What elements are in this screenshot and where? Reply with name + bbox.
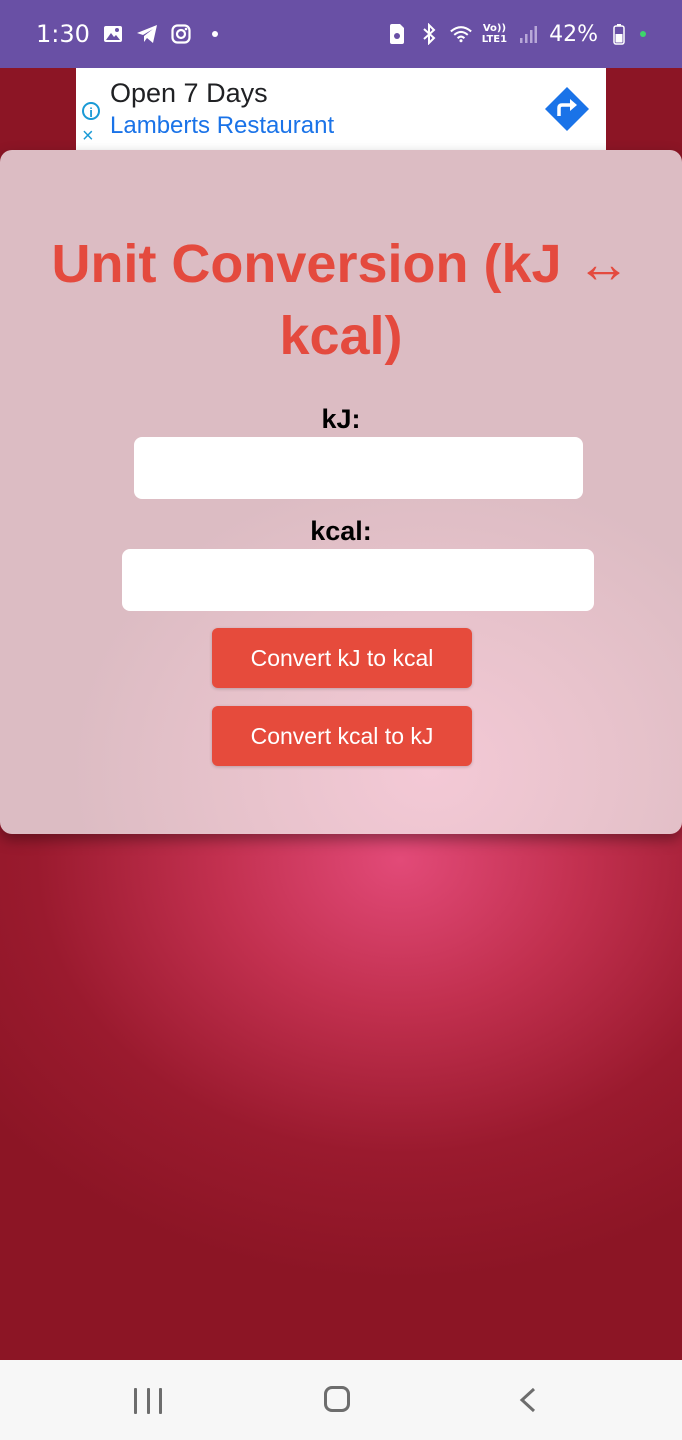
system-nav-bar <box>0 1360 682 1440</box>
battery-icon <box>608 23 630 45</box>
bluetooth-icon <box>418 23 440 45</box>
sim-icon <box>386 23 408 45</box>
ad-info-icon[interactable]: i <box>82 102 100 120</box>
converter-card: Unit Conversion (kJ ↔ kcal) kJ: kcal: Co… <box>0 150 682 834</box>
instagram-icon <box>170 23 192 45</box>
recents-icon[interactable] <box>134 1388 162 1414</box>
kcal-input[interactable] <box>122 549 594 611</box>
telegram-icon <box>136 23 158 45</box>
privacy-indicator-dot <box>640 31 646 37</box>
kcal-label: kcal: <box>310 516 372 546</box>
battery-percent: 42% <box>549 21 598 47</box>
page-title: Unit Conversion (kJ ↔ kcal) <box>51 234 631 366</box>
volte-label: Vo)) LTE1 <box>481 23 508 45</box>
ad-close-icon[interactable]: × <box>82 126 94 146</box>
notification-dot <box>204 23 226 45</box>
convert-kj-to-kcal-button[interactable]: Convert kJ to kcal <box>212 628 472 688</box>
kj-input[interactable] <box>134 437 583 499</box>
ad-title[interactable]: Open 7 Days <box>110 78 268 109</box>
directions-icon[interactable] <box>544 86 590 132</box>
wifi-icon <box>449 23 472 45</box>
convert-kcal-to-kj-button[interactable]: Convert kcal to kJ <box>212 706 472 766</box>
ad-subtitle[interactable]: Lamberts Restaurant <box>110 112 334 140</box>
gallery-icon <box>102 23 124 45</box>
status-bar: 1:30 Vo)) LTE1 42% <box>0 0 682 68</box>
ad-banner[interactable]: i × Open 7 Days Lamberts Restaurant <box>76 68 606 150</box>
home-icon[interactable] <box>324 1386 350 1412</box>
status-time: 1:30 <box>36 20 90 48</box>
back-icon[interactable] <box>514 1386 542 1414</box>
kj-label: kJ: <box>321 404 361 434</box>
signal-icon <box>517 23 539 45</box>
